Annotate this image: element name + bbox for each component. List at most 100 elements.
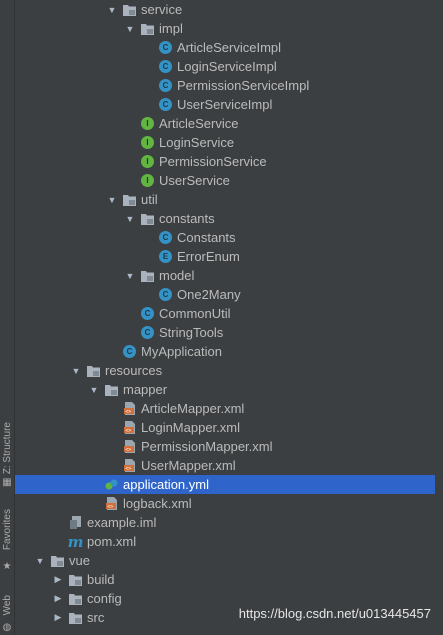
tree-row[interactable]: ▶IPermissionService (15, 152, 435, 171)
interface-icon: I (141, 136, 154, 149)
collapse-arrow-icon[interactable]: ▶ (53, 593, 63, 604)
folder-icon (69, 592, 82, 605)
tree-row[interactable]: ▶ build (15, 570, 435, 589)
tree-item-label: vue (69, 553, 90, 568)
tree-row[interactable]: ▼ constants (15, 209, 435, 228)
tree-row[interactable]: ▶application.yml (15, 475, 435, 494)
tree-row[interactable]: ▶CLoginServiceImpl (15, 57, 435, 76)
tree-item-label: LoginMapper.xml (141, 420, 240, 435)
folder-icon (141, 22, 154, 35)
structure-icon: ▦ (2, 476, 12, 488)
tree-row[interactable]: ▼ mapper (15, 380, 435, 399)
expand-arrow-icon[interactable]: ▼ (35, 556, 45, 566)
class-icon: C (141, 326, 154, 339)
xml-file-icon: <> (123, 440, 136, 453)
tree-row[interactable]: ▼ util (15, 190, 435, 209)
folder-icon (123, 193, 136, 206)
web-tab-label: Web (1, 594, 13, 616)
tree-item-label: model (159, 268, 195, 283)
maven-icon: m (67, 532, 84, 551)
yml-file-icon (105, 478, 118, 491)
tree-item-label: ArticleMapper.xml (141, 401, 245, 416)
tree-row[interactable]: ▶<>LoginMapper.xml (15, 418, 435, 437)
expand-arrow-icon[interactable]: ▼ (71, 366, 81, 376)
tree-item-label: UserServiceImpl (177, 97, 273, 112)
tree-item-label: mapper (123, 382, 168, 397)
tree-item-label: pom.xml (87, 534, 137, 549)
tree-row[interactable]: ▼ vue (15, 551, 435, 570)
tree-item-label: LoginServiceImpl (177, 59, 277, 74)
collapse-arrow-icon[interactable]: ▶ (53, 612, 63, 623)
tree-item-label: LoginService (159, 135, 235, 150)
tree-row[interactable]: ▶CCommonUtil (15, 304, 435, 323)
tree-row[interactable]: ▶<>ArticleMapper.xml (15, 399, 435, 418)
tree-item-label: constants (159, 211, 215, 226)
interface-icon: I (141, 155, 154, 168)
tree-item-label: PermissionServiceImpl (177, 78, 310, 93)
expand-arrow-icon[interactable]: ▼ (107, 195, 117, 205)
favorites-tab-label: Favorites (1, 509, 13, 551)
expand-arrow-icon[interactable]: ▼ (125, 271, 135, 281)
folder-icon (69, 573, 82, 586)
tree-row[interactable]: ▶CPermissionServiceImpl (15, 76, 435, 95)
xml-file-icon: <> (123, 421, 136, 434)
collapse-arrow-icon[interactable]: ▶ (53, 574, 63, 585)
tree-item-label: impl (159, 21, 183, 36)
expand-arrow-icon[interactable]: ▼ (89, 385, 99, 395)
favorites-tab[interactable]: Favorites (0, 500, 14, 560)
tree-row[interactable]: ▶IArticleService (15, 114, 435, 133)
tree-row[interactable]: ▶mpom.xml (15, 532, 435, 551)
tree-item-label: One2Many (177, 287, 241, 302)
tree-row[interactable]: ▶COne2Many (15, 285, 435, 304)
tree-row[interactable]: ▶CArticleServiceImpl (15, 38, 435, 57)
tree-row[interactable]: ▶CConstants (15, 228, 435, 247)
class-icon: C (123, 345, 136, 358)
tree-row[interactable]: ▶<>PermissionMapper.xml (15, 437, 435, 456)
xml-file-icon: <> (123, 459, 136, 472)
tree-item-label: config (87, 591, 122, 606)
enum-icon: E (159, 250, 172, 263)
expand-arrow-icon[interactable]: ▼ (125, 24, 135, 34)
tree-row[interactable]: ▶CStringTools (15, 323, 435, 342)
tree-row[interactable]: ▶<>UserMapper.xml (15, 456, 435, 475)
class-icon: C (159, 288, 172, 301)
svg-text:<>: <> (125, 409, 131, 415)
tree-item-label: Constants (177, 230, 236, 245)
xml-file-icon: <> (105, 497, 118, 510)
tree-row[interactable]: ▼ impl (15, 19, 435, 38)
class-icon: C (141, 307, 154, 320)
tree-row[interactable]: ▶EErrorEnum (15, 247, 435, 266)
class-icon: C (159, 60, 172, 73)
globe-icon: ◍ (2, 621, 12, 633)
xml-file-icon: <> (123, 402, 136, 415)
tree-item-label: PermissionService (159, 154, 267, 169)
tree-item-label: UserMapper.xml (141, 458, 236, 473)
tree-item-label: ArticleService (159, 116, 239, 131)
tree-row[interactable]: ▼ resources (15, 361, 435, 380)
tree-row[interactable]: ▶example.iml (15, 513, 435, 532)
folder-icon (69, 611, 82, 624)
web-tab[interactable]: Web (0, 590, 14, 620)
folder-icon (105, 383, 118, 396)
tree-item-label: resources (105, 363, 163, 378)
interface-icon: I (141, 174, 154, 187)
tree-item-label: application.yml (123, 477, 209, 492)
class-icon: C (159, 41, 172, 54)
tree-row[interactable]: ▶IUserService (15, 171, 435, 190)
tree-row[interactable]: ▶ILoginService (15, 133, 435, 152)
tree-row[interactable]: ▶CMyApplication (15, 342, 435, 361)
tree-row[interactable]: ▼ model (15, 266, 435, 285)
expand-arrow-icon[interactable]: ▼ (107, 5, 117, 15)
expand-arrow-icon[interactable]: ▼ (125, 214, 135, 224)
tree-item-label: ArticleServiceImpl (177, 40, 282, 55)
tree-item-label: StringTools (159, 325, 224, 340)
interface-icon: I (141, 117, 154, 130)
tree-row[interactable]: ▼ service (15, 0, 435, 19)
project-tree: ▼ service ▼ impl ▶ C ArticleServiceImpl ▶ C Login… (15, 0, 443, 635)
tree-item-label: MyApplication (141, 344, 222, 359)
tree-row[interactable]: ▶CUserServiceImpl (15, 95, 435, 114)
tree-row[interactable]: ▶<>logback.xml (15, 494, 435, 513)
class-icon: C (159, 79, 172, 92)
structure-tab-label: Z: Structure (1, 421, 13, 475)
tree-item-label: util (141, 192, 158, 207)
